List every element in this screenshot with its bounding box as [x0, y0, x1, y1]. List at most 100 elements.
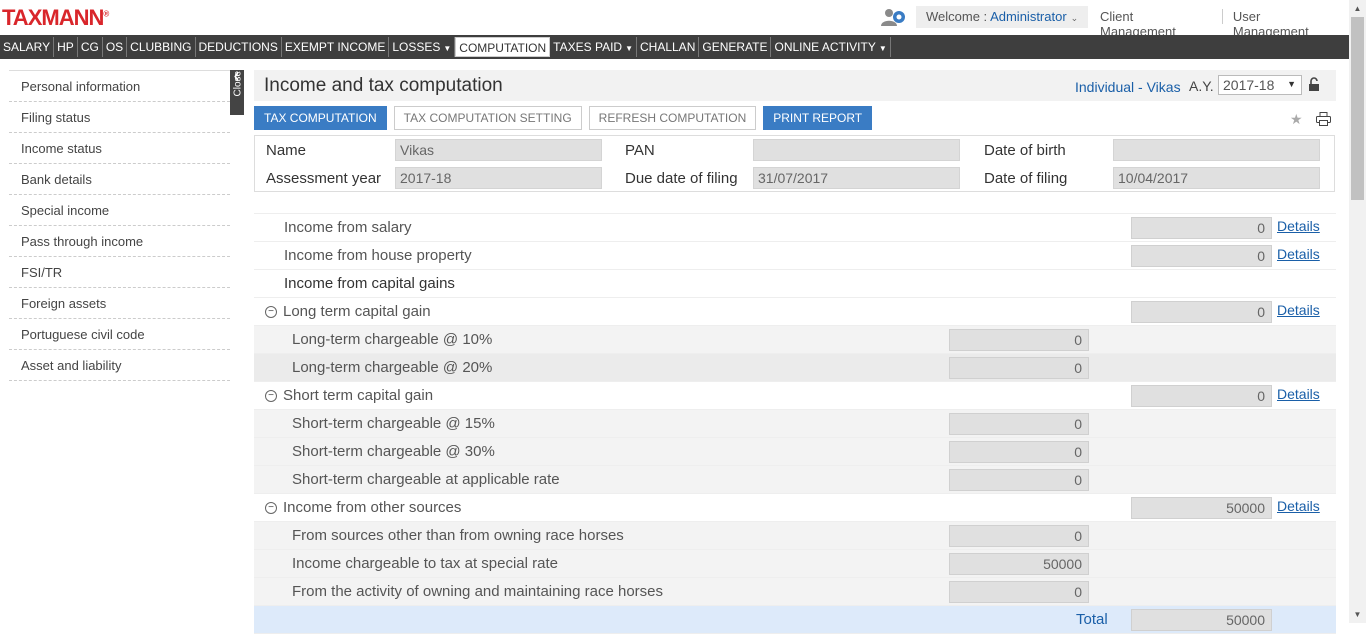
welcome-menu[interactable]: Welcome : Administrator ⌄ — [916, 6, 1089, 28]
scroll-down-arrow-icon[interactable]: ▼ — [1349, 606, 1366, 623]
row-label: Long-term chargeable @ 10% — [292, 331, 493, 348]
sidebar-item-income-status[interactable]: Income status — [9, 133, 230, 164]
nav-item-label: GENERATE — [702, 40, 768, 54]
stcg-applicable-amount: 0 — [949, 469, 1089, 491]
refresh-computation-button[interactable]: REFRESH COMPUTATION — [588, 106, 757, 130]
dob-field — [1113, 139, 1320, 161]
assessee-link[interactable]: Individual - Vikas — [1075, 79, 1181, 95]
table-row: Long-term chargeable @ 20% 0 — [254, 354, 1336, 382]
sidebar-item-special-income[interactable]: Special income — [9, 195, 230, 226]
other-special-rate-amount: 50000 — [949, 553, 1089, 575]
house-property-details-link[interactable]: Details — [1277, 246, 1320, 262]
name-field: Vikas — [395, 139, 602, 161]
nav-item-label: SALARY — [3, 40, 51, 54]
nav-item-label: DEDUCTIONS — [198, 40, 278, 54]
row-label: Income from other sources — [283, 499, 462, 516]
due-date-label: Due date of filing — [625, 170, 738, 187]
collapse-icon[interactable]: − — [265, 502, 277, 514]
nav-item-losses[interactable]: LOSSES ▼ — [389, 37, 456, 57]
nav-item-taxes-paid[interactable]: TAXES PAID ▼ — [550, 37, 637, 57]
row-label: Long term capital gain — [283, 303, 431, 320]
users-gear-icon[interactable] — [880, 7, 908, 27]
print-report-button[interactable]: PRINT REPORT — [763, 106, 873, 130]
row-label: From the activity of owning and maintain… — [292, 583, 664, 600]
row-label: Short-term chargeable @ 30% — [292, 443, 495, 460]
ltcg20-amount: 0 — [949, 357, 1089, 379]
scroll-thumb[interactable] — [1351, 17, 1364, 200]
nav-item-os[interactable]: OS — [103, 37, 128, 57]
ay-select-value: 2017-18 — [1223, 77, 1275, 93]
table-row: Income from salary 0 Details — [254, 214, 1336, 242]
nav-item-label: CHALLAN — [640, 40, 696, 54]
collapse-icon[interactable]: − — [265, 390, 277, 402]
dropdown-arrow-icon: ▼ — [625, 44, 633, 53]
ay-label: A.Y. — [1189, 78, 1214, 94]
taxmann-logo[interactable]: TAXMANN® — [2, 5, 109, 31]
row-label: Income chargeable to tax at special rate — [292, 555, 558, 572]
username: Administrator — [990, 9, 1067, 24]
total-amount: 50000 — [1131, 609, 1272, 631]
total-label: Total — [1076, 611, 1108, 628]
total-row: Total 50000 — [254, 606, 1336, 634]
close-label: Close — [232, 70, 244, 97]
nav-item-deductions[interactable]: DEDUCTIONS — [196, 37, 282, 57]
nav-item-computation[interactable]: COMPUTATION — [455, 37, 551, 57]
table-row: Long-term chargeable @ 10% 0 — [254, 326, 1336, 354]
ltcg-details-link[interactable]: Details — [1277, 302, 1320, 318]
sidebar-item-foreign-assets[interactable]: Foreign assets — [9, 288, 230, 319]
row-label: Short-term chargeable at applicable rate — [292, 471, 560, 488]
sidebar-item-bank-details[interactable]: Bank details — [9, 164, 230, 195]
tax-computation-button[interactable]: TAX COMPUTATION — [254, 106, 387, 130]
collapse-icon[interactable]: − — [265, 306, 277, 318]
assessment-year-label: Assessment year — [266, 170, 382, 187]
nav-item-label: CLUBBING — [130, 40, 192, 54]
nav-item-label: HP — [57, 40, 74, 54]
table-row: − Income from other sources 50000 Detail… — [254, 494, 1336, 522]
other-race-horses-amount: 0 — [949, 581, 1089, 603]
sidebar-close-tab[interactable]: ❮ Close — [230, 70, 244, 115]
nav-item-online-activity[interactable]: ONLINE ACTIVITY ▼ — [771, 37, 891, 57]
nav-item-hp[interactable]: HP — [54, 37, 78, 57]
row-label: Income from salary — [284, 219, 412, 236]
nav-item-label: ONLINE ACTIVITY — [774, 40, 876, 54]
row-label: Income from house property — [284, 247, 472, 264]
tax-computation-setting-button[interactable]: TAX COMPUTATION SETTING — [393, 106, 582, 130]
nav-item-label: TAXES PAID — [553, 40, 623, 54]
other-sources-details-link[interactable]: Details — [1277, 498, 1320, 514]
sidebar-item-fsi-tr[interactable]: FSI/TR — [9, 257, 230, 288]
star-icon[interactable]: ★ — [1290, 111, 1303, 128]
nav-item-label: COMPUTATION — [459, 41, 547, 55]
ay-select[interactable]: 2017-18 ▼ — [1218, 75, 1302, 95]
other-non-race-amount: 0 — [949, 525, 1089, 547]
unlock-icon[interactable] — [1308, 77, 1320, 92]
table-row: Short-term chargeable @ 15% 0 — [254, 410, 1336, 438]
table-row: From the activity of owning and maintain… — [254, 578, 1336, 606]
scroll-up-arrow-icon[interactable]: ▲ — [1349, 0, 1366, 17]
table-row: Short-term chargeable at applicable rate… — [254, 466, 1336, 494]
nav-item-salary[interactable]: SALARY — [0, 37, 55, 57]
income-table: Income from salary 0 Details Income from… — [254, 213, 1336, 634]
stcg-details-link[interactable]: Details — [1277, 386, 1320, 402]
row-label: Income from capital gains — [284, 275, 455, 292]
sidebar-item-pass-through-income[interactable]: Pass through income — [9, 226, 230, 257]
nav-item-clubbing[interactable]: CLUBBING — [127, 37, 196, 57]
nav-item-exempt-income[interactable]: EXEMPT INCOME — [282, 37, 390, 57]
due-date-field: 31/07/2017 — [753, 167, 960, 189]
ltcg10-amount: 0 — [949, 329, 1089, 351]
sidebar-item-filing-status[interactable]: Filing status — [9, 102, 230, 133]
title-bar: Income and tax computation Individual - … — [254, 70, 1336, 101]
sidebar-item-portuguese-civil-code[interactable]: Portuguese civil code — [9, 319, 230, 350]
page-scrollbar[interactable]: ▲ ▼ — [1349, 0, 1366, 623]
row-label: From sources other than from owning race… — [292, 527, 624, 544]
nav-item-cg[interactable]: CG — [78, 37, 103, 57]
salary-details-link[interactable]: Details — [1277, 218, 1320, 234]
sidebar-item-asset-and-liability[interactable]: Asset and liability — [9, 350, 230, 381]
nav-item-label: LOSSES — [392, 40, 441, 54]
nav-item-generate[interactable]: GENERATE — [699, 37, 772, 57]
nav-item-challan[interactable]: CHALLAN — [637, 37, 700, 57]
table-row: Income from house property 0 Details — [254, 242, 1336, 270]
sidebar-item-personal-information[interactable]: Personal information — [9, 71, 230, 102]
row-label: Long-term chargeable @ 20% — [292, 359, 493, 376]
print-icon[interactable] — [1316, 112, 1331, 126]
dropdown-arrow-icon: ▼ — [878, 44, 887, 53]
